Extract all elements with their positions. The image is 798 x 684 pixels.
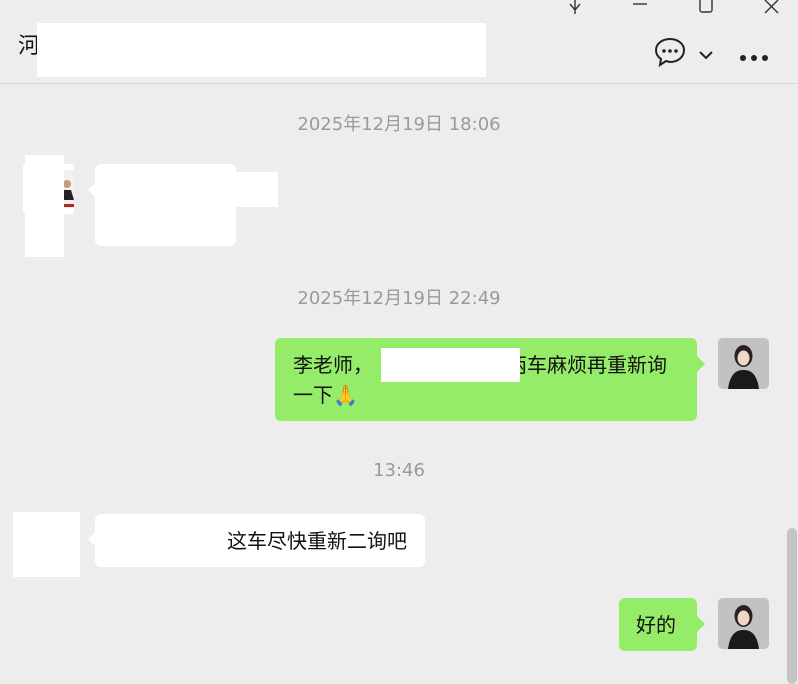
outgoing-message-bubble[interactable]: 好的 — [619, 598, 697, 651]
scrollbar-thumb[interactable] — [787, 528, 797, 684]
message-text: 这车尽快重新二询吧 — [227, 529, 407, 553]
message-text: 李老师， — [293, 353, 373, 377]
redacted-content — [381, 348, 520, 382]
message-text: 好的 — [636, 613, 676, 637]
pin-icon[interactable] — [563, 0, 587, 16]
minimize-icon[interactable] — [628, 0, 652, 16]
chat-bubble-icon[interactable] — [654, 37, 686, 71]
message-text: 两车麻烦再重新询 — [507, 353, 667, 377]
timestamp: 13:46 — [373, 460, 425, 481]
message-text: 一下 — [293, 383, 333, 407]
close-icon[interactable] — [760, 0, 784, 16]
avatar[interactable] — [718, 598, 769, 649]
maximize-icon[interactable] — [694, 0, 718, 16]
avatar[interactable] — [718, 338, 769, 389]
redacted-avatar — [13, 512, 80, 577]
redacted-title — [37, 23, 486, 77]
timestamp: 2025年12月19日 22:49 — [297, 288, 501, 309]
chevron-down-icon[interactable] — [698, 46, 714, 65]
redacted-avatar-overlay — [25, 155, 64, 257]
pray-emoji-icon: 🙏 — [333, 383, 358, 407]
redacted-content — [200, 172, 278, 207]
redacted-content — [97, 518, 228, 564]
more-icon[interactable] — [739, 48, 771, 67]
timestamp: 2025年12月19日 18:06 — [297, 114, 501, 135]
bubble-tail — [697, 356, 705, 372]
chat-header: 河 — [0, 0, 798, 84]
bubble-tail — [697, 616, 705, 632]
